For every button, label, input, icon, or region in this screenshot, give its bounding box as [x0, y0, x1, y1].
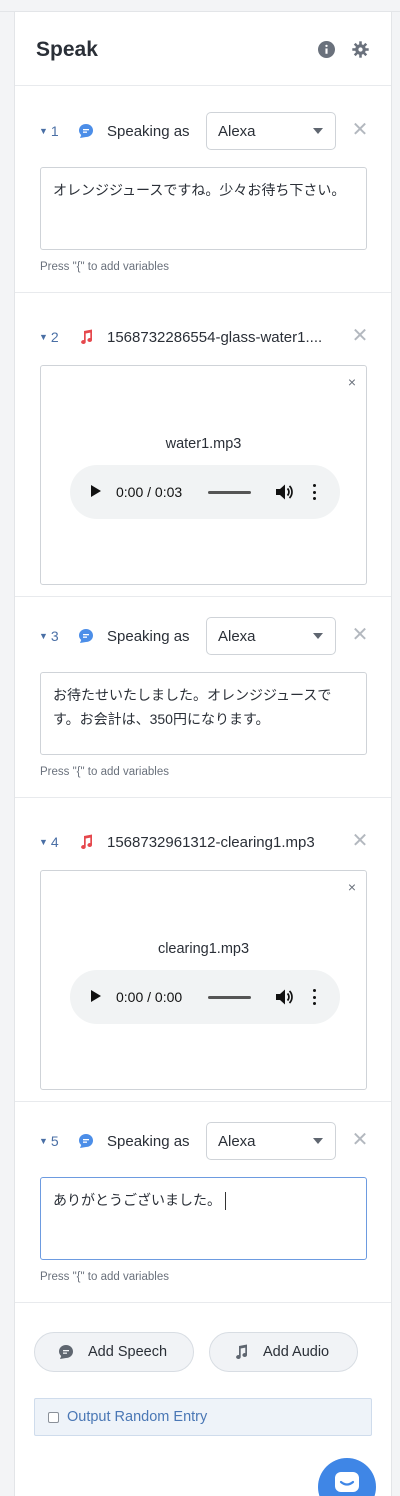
speech-bubble-icon [77, 627, 95, 645]
item-toggle[interactable]: ▼ 4 [39, 823, 59, 861]
divider [15, 797, 391, 798]
divider [15, 596, 391, 597]
gear-icon[interactable] [351, 40, 369, 58]
divider [15, 292, 391, 293]
audio-progress-slider[interactable] [208, 491, 251, 494]
music-note-icon [232, 1343, 250, 1361]
text-cursor [225, 1192, 226, 1211]
caret-down-icon: ▼ [39, 332, 48, 342]
speak-panel: Speak ▼ 1 Speaking as Alexa ✕ オレンジジュースですね… [14, 12, 392, 1496]
caret-down-icon: ▼ [39, 1136, 48, 1146]
caret-down-icon: ▼ [39, 837, 48, 847]
audio-filename: 1568732961312-clearing1.mp3 [107, 833, 315, 851]
speech-item-3: ▼ 3 Speaking as Alexa ✕ お待たせいたしました。オレンジジュ… [15, 617, 391, 797]
audio-preview: × clearing1.mp3 0:00 / 0:00 [40, 870, 367, 1090]
item-toggle[interactable]: ▼ 5 [39, 1122, 59, 1160]
add-audio-button[interactable]: Add Audio [209, 1332, 358, 1372]
audio-item-4: ▼ 4 1568732961312-clearing1.mp3 ✕ × clear… [15, 823, 391, 1101]
caret-down-icon: ▼ [39, 126, 48, 136]
info-icon[interactable] [317, 40, 335, 58]
audio-file-name: water1.mp3 [165, 436, 242, 452]
speech-item-5: ▼ 5 Speaking as Alexa ✕ ありがとうございました。 Pres… [15, 1122, 391, 1302]
audio-time: 0:00 / 0:00 [116, 989, 183, 1005]
item-toggle[interactable]: ▼ 3 [39, 617, 59, 655]
dropdown-arrow-icon [313, 633, 323, 639]
speech-text-input[interactable]: ありがとうございました。 [40, 1177, 367, 1260]
audio-player: 0:00 / 0:00 [70, 970, 340, 1024]
speech-bubble-icon [77, 122, 95, 140]
variables-hint: Press "{" to add variables [40, 766, 169, 778]
music-note-icon [77, 833, 95, 851]
remove-item-icon[interactable]: ✕ [351, 625, 369, 645]
divider [15, 1101, 391, 1102]
item-toggle[interactable]: ▼ 1 [39, 112, 59, 150]
music-note-icon [77, 328, 95, 346]
audio-progress-slider[interactable] [208, 996, 251, 999]
volume-icon[interactable] [275, 987, 293, 1007]
audio-file-name: clearing1.mp3 [157, 941, 250, 957]
variables-hint: Press "{" to add variables [40, 1271, 169, 1283]
remove-item-icon[interactable]: ✕ [351, 326, 369, 346]
speech-item-1: ▼ 1 Speaking as Alexa ✕ オレンジジュースですね。少々お待ち… [15, 112, 391, 292]
speech-text-input[interactable]: お待たせいたしました。オレンジジュースです。お会計は、350円になります。 [40, 672, 367, 755]
remove-audio-button[interactable]: × [348, 374, 356, 390]
more-options-icon[interactable] [311, 987, 317, 1007]
more-options-icon[interactable] [311, 482, 317, 502]
speaking-as-label: Speaking as [107, 627, 190, 645]
speech-text-input[interactable]: オレンジジュースですね。少々お待ち下さい。 [40, 167, 367, 250]
top-bar [0, 0, 400, 12]
audio-time: 0:00 / 0:03 [116, 484, 183, 500]
speech-bubble-icon [57, 1343, 75, 1361]
divider [15, 1302, 391, 1303]
audio-preview: × water1.mp3 0:00 / 0:03 [40, 365, 367, 585]
remove-item-icon[interactable]: ✕ [351, 120, 369, 140]
play-icon[interactable] [91, 990, 101, 1002]
divider [15, 85, 391, 86]
caret-down-icon: ▼ [39, 631, 48, 641]
remove-item-icon[interactable]: ✕ [351, 831, 369, 851]
panel-title: Speak [36, 38, 98, 61]
audio-item-2: ▼ 2 1568732286554-glass-water1.... ✕ × wa… [15, 318, 391, 596]
dropdown-arrow-icon [313, 128, 323, 134]
add-speech-button[interactable]: Add Speech [34, 1332, 194, 1372]
remove-audio-button[interactable]: × [348, 879, 356, 895]
speaking-as-label: Speaking as [107, 1132, 190, 1150]
play-icon[interactable] [91, 485, 101, 497]
volume-icon[interactable] [275, 482, 293, 502]
add-audio-label: Add Audio [263, 1344, 330, 1360]
output-random-entry[interactable]: Output Random Entry [34, 1398, 372, 1436]
speaking-as-label: Speaking as [107, 122, 190, 140]
random-entry-label: Output Random Entry [67, 1409, 208, 1425]
voice-select[interactable]: Alexa [206, 617, 336, 655]
remove-item-icon[interactable]: ✕ [351, 1130, 369, 1150]
chat-icon [335, 1472, 359, 1492]
audio-player: 0:00 / 0:03 [70, 465, 340, 519]
speech-bubble-icon [77, 1132, 95, 1150]
audio-filename: 1568732286554-glass-water1.... [107, 328, 323, 346]
voice-select[interactable]: Alexa [206, 112, 336, 150]
variables-hint: Press "{" to add variables [40, 261, 169, 273]
dropdown-arrow-icon [313, 1138, 323, 1144]
random-entry-checkbox[interactable] [48, 1411, 59, 1423]
add-speech-label: Add Speech [88, 1344, 168, 1360]
voice-select[interactable]: Alexa [206, 1122, 336, 1160]
item-toggle[interactable]: ▼ 2 [39, 318, 59, 356]
